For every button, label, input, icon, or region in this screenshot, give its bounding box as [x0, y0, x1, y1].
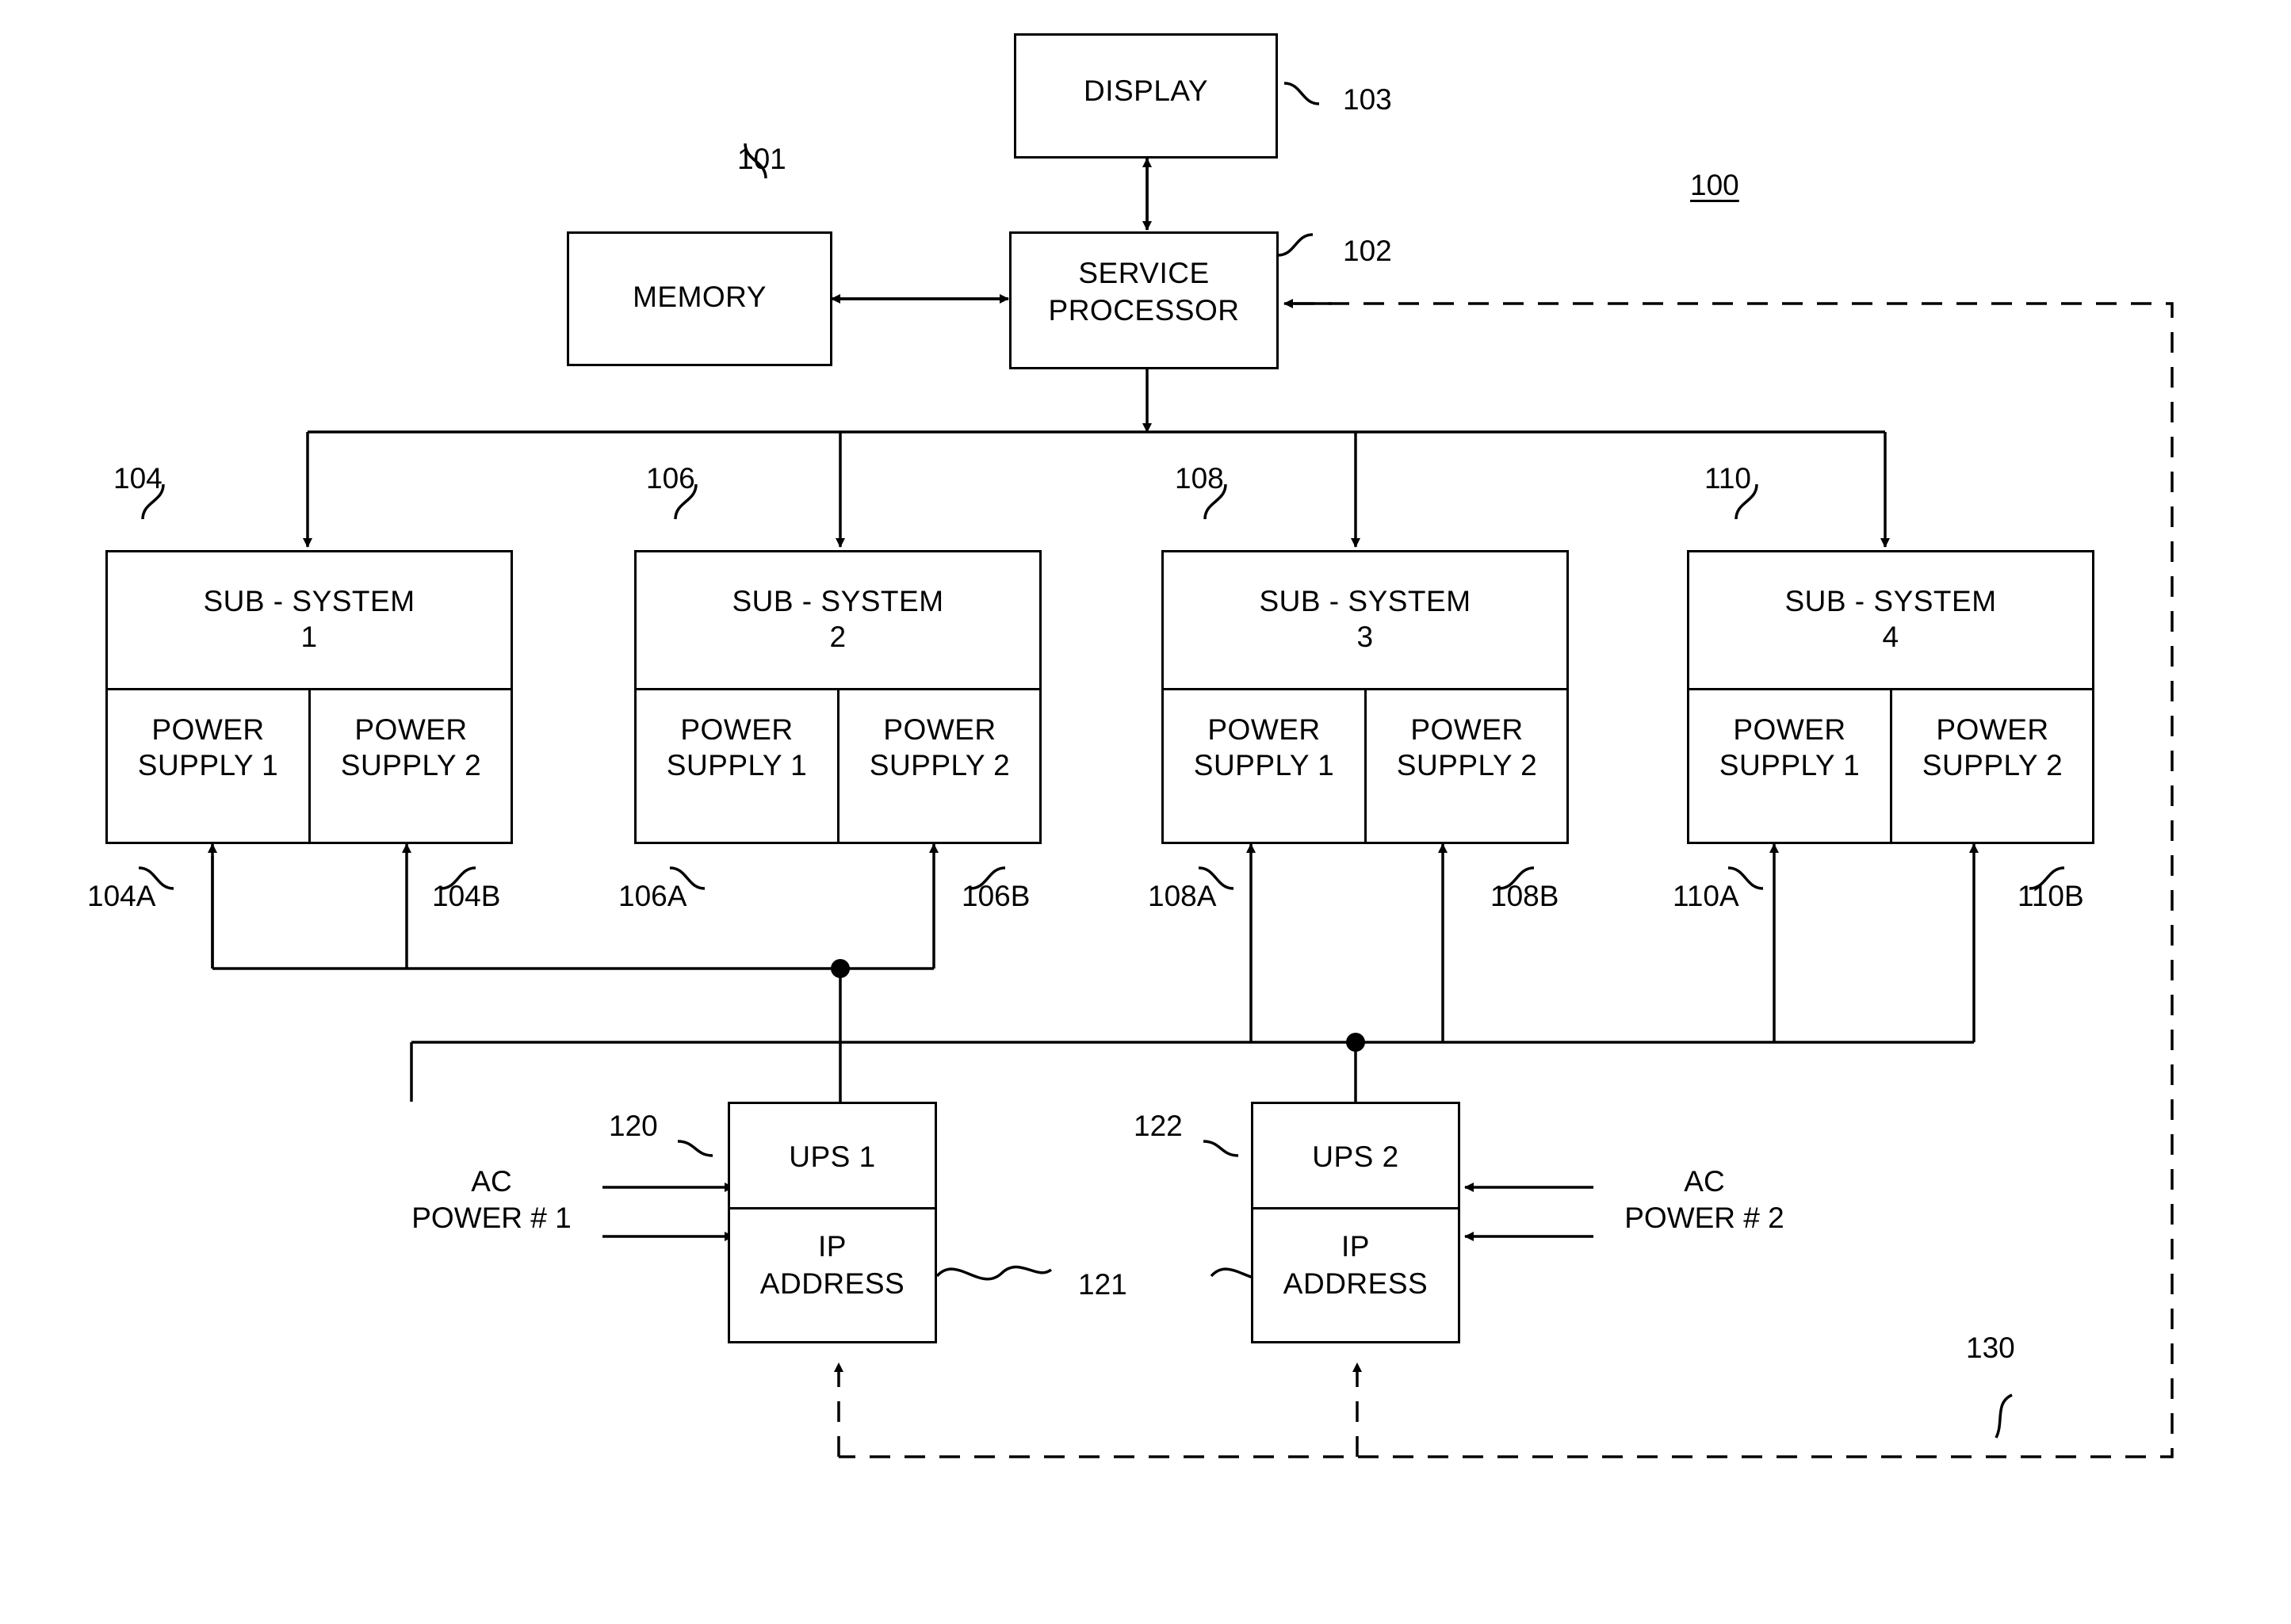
subsystem-3-ps2-line1: POWER	[1410, 713, 1524, 746]
ref-110: 110	[1704, 462, 1751, 495]
ups-2-title: UPS 2	[1312, 1141, 1399, 1173]
subsystem-4-ps2-line2: SUPPLY 2	[1922, 749, 2063, 781]
subsystem-4-ps1-line2: SUPPLY 1	[1719, 749, 1861, 781]
ref-101: 101	[737, 143, 786, 175]
ref-110A: 110A	[1673, 880, 1739, 912]
memory-block: MEMORY	[567, 231, 832, 366]
ref-104: 104	[113, 462, 163, 495]
ref-110B: 110B	[2018, 880, 2084, 912]
subsystem-2-ps2-line2: SUPPLY 2	[869, 749, 1011, 781]
ups-1-ip-line1: IP	[818, 1230, 847, 1263]
subsystem-2-ps2-line1: POWER	[883, 713, 996, 746]
service-processor-block: SERVICE PROCESSOR	[1009, 231, 1279, 369]
ups-2-divider	[1253, 1207, 1458, 1209]
subsystem-2-title-line2: 2	[829, 621, 847, 653]
ref-108A: 108A	[1148, 880, 1217, 912]
figure-number-100: 100	[1690, 169, 1739, 201]
ups-2-ip-line1: IP	[1341, 1230, 1370, 1263]
junction-dots	[831, 959, 1365, 1052]
ac-power-2-line2: POWER # 2	[1624, 1202, 1784, 1235]
subsystem-4-ps2-line1: POWER	[1936, 713, 2049, 746]
subsystem-3-ps2-line2: SUPPLY 2	[1396, 749, 1538, 781]
subsystem-2-ps1-line1: POWER	[680, 713, 794, 746]
subsystem-1-ps1-line2: SUPPLY 1	[137, 749, 279, 781]
subsystem-2-title-line1: SUB - SYSTEM	[732, 585, 944, 617]
memory-label: MEMORY	[633, 281, 767, 313]
subsystem-3-title-line2: 3	[1356, 621, 1374, 653]
ref-103: 103	[1343, 83, 1392, 116]
subsystem-3-ps1-line1: POWER	[1207, 713, 1321, 746]
ups-2-block: UPS 2 IP ADDRESS	[1251, 1102, 1460, 1343]
ref-104A: 104A	[87, 880, 156, 912]
ref-102: 102	[1343, 235, 1392, 267]
ups-1-divider	[730, 1207, 935, 1209]
ref-106: 106	[646, 462, 695, 495]
subsystem-3-block: SUB - SYSTEM 3 POWER SUPPLY 1 POWER SUPP…	[1161, 550, 1569, 844]
ac-power-1-line1: AC	[471, 1165, 512, 1198]
subsystem-1-ps1-line1: POWER	[151, 713, 265, 746]
ac-power-2-label: AC POWER # 2	[1601, 1164, 1807, 1237]
subsystem-1-ps2-line1: POWER	[354, 713, 468, 746]
ups-1-title: UPS 1	[789, 1141, 876, 1173]
subsystem-4-title-line1: SUB - SYSTEM	[1784, 585, 1997, 617]
ref-122: 122	[1134, 1110, 1183, 1142]
ac-power-1-label: AC POWER # 1	[388, 1164, 595, 1237]
ac-power-1-line2: POWER # 1	[411, 1202, 572, 1235]
subsystem-4-block: SUB - SYSTEM 4 POWER SUPPLY 1 POWER SUPP…	[1687, 550, 2094, 844]
ups-1-block: UPS 1 IP ADDRESS	[728, 1102, 937, 1343]
subsystem-2-ps1-line2: SUPPLY 1	[666, 749, 808, 781]
subsystem-1-ps2-line2: SUPPLY 2	[340, 749, 482, 781]
ref-106B: 106B	[962, 880, 1031, 912]
ref-106A: 106A	[618, 880, 687, 912]
subsystem-1-title-line1: SUB - SYSTEM	[203, 585, 415, 617]
ref-108B: 108B	[1490, 880, 1559, 912]
subsystem-3-ps1-line2: SUPPLY 1	[1193, 749, 1335, 781]
subsystem-4-ps1-line1: POWER	[1733, 713, 1846, 746]
service-processor-label-line2: PROCESSOR	[1048, 294, 1240, 327]
subsystem-1-block: SUB - SYSTEM 1 POWER SUPPLY 1 POWER SUPP…	[105, 550, 513, 844]
service-processor-label-line1: SERVICE	[1078, 257, 1210, 289]
ref-104B: 104B	[432, 880, 501, 912]
display-block: DISPLAY	[1014, 33, 1278, 159]
ups-2-ip-line2: ADDRESS	[1283, 1267, 1429, 1300]
ref-108: 108	[1175, 462, 1224, 495]
subsystem-3-title-line1: SUB - SYSTEM	[1259, 585, 1471, 617]
ref-130: 130	[1966, 1332, 2015, 1364]
ups-1-ip-line2: ADDRESS	[759, 1267, 905, 1300]
subsystem-1-title-line2: 1	[300, 621, 318, 653]
ac-power-2-line1: AC	[1684, 1165, 1725, 1198]
ref-121: 121	[1078, 1268, 1127, 1301]
subsystem-2-block: SUB - SYSTEM 2 POWER SUPPLY 1 POWER SUPP…	[634, 550, 1042, 844]
ref-120: 120	[609, 1110, 658, 1142]
display-label: DISPLAY	[1083, 75, 1209, 107]
patent-figure-canvas: DISPLAY 103 100 MEMORY 101 SERVICE PROCE…	[0, 0, 2291, 1624]
subsystem-4-title-line2: 4	[1882, 621, 1899, 653]
